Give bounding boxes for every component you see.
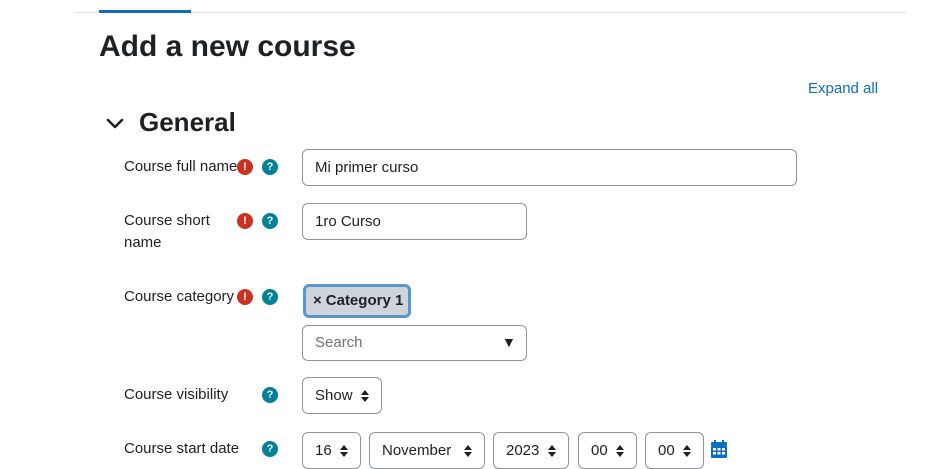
- active-tab-indicator: [99, 10, 191, 13]
- tab-divider: [75, 12, 906, 13]
- sort-caret-icon: [548, 445, 556, 457]
- help-icon[interactable]: ?: [262, 213, 278, 229]
- chip-label: Category 1: [325, 292, 404, 309]
- sort-caret-icon: [683, 445, 691, 457]
- short-name-label: Course short name: [124, 210, 210, 254]
- calendar-icon[interactable]: [711, 440, 727, 458]
- start-minute-select[interactable]: 00: [645, 432, 704, 469]
- search-placeholder: Search: [315, 334, 363, 351]
- sort-caret-icon: [464, 445, 472, 457]
- start-date-label: Course start date: [124, 440, 240, 457]
- full-name-label: Course full name: [124, 158, 238, 175]
- start-hour-select[interactable]: 00: [578, 432, 637, 469]
- start-day-value: 16: [315, 442, 332, 459]
- required-icon[interactable]: !: [237, 289, 253, 305]
- start-hour-value: 00: [591, 442, 608, 459]
- section-title-general[interactable]: General: [139, 106, 236, 138]
- required-icon[interactable]: !: [237, 159, 253, 175]
- full-name-input[interactable]: [302, 149, 797, 186]
- start-minute-value: 00: [658, 442, 675, 459]
- category-chip[interactable]: × Category 1: [303, 284, 411, 318]
- chevron-down-icon[interactable]: [106, 116, 124, 132]
- short-name-label-line1: Course short: [124, 212, 210, 229]
- page-title: Add a new course: [99, 30, 356, 63]
- visibility-value: Show: [315, 387, 353, 404]
- start-month-select[interactable]: November: [369, 432, 485, 469]
- start-year-select[interactable]: 2023: [493, 432, 569, 469]
- visibility-select[interactable]: Show: [302, 377, 382, 414]
- chip-remove-icon[interactable]: ×: [313, 292, 322, 309]
- start-month-value: November: [382, 442, 452, 459]
- help-icon[interactable]: ?: [262, 289, 278, 305]
- help-icon[interactable]: ?: [262, 441, 278, 457]
- category-search-input[interactable]: Search ▼: [302, 325, 527, 361]
- sort-caret-icon: [616, 445, 624, 457]
- sort-caret-icon: [340, 445, 348, 457]
- help-icon[interactable]: ?: [262, 159, 278, 175]
- help-icon[interactable]: ?: [262, 387, 278, 403]
- short-name-input[interactable]: [302, 203, 527, 240]
- required-icon[interactable]: !: [237, 213, 253, 229]
- dropdown-arrow-icon[interactable]: ▼: [502, 334, 516, 350]
- start-year-value: 2023: [506, 442, 540, 459]
- category-label: Course category: [124, 288, 235, 305]
- short-name-label-line2: name: [124, 234, 162, 251]
- expand-all-link[interactable]: Expand all: [808, 80, 878, 97]
- start-day-select[interactable]: 16: [302, 432, 361, 469]
- visibility-label: Course visibility: [124, 386, 229, 403]
- sort-caret-icon: [361, 390, 369, 402]
